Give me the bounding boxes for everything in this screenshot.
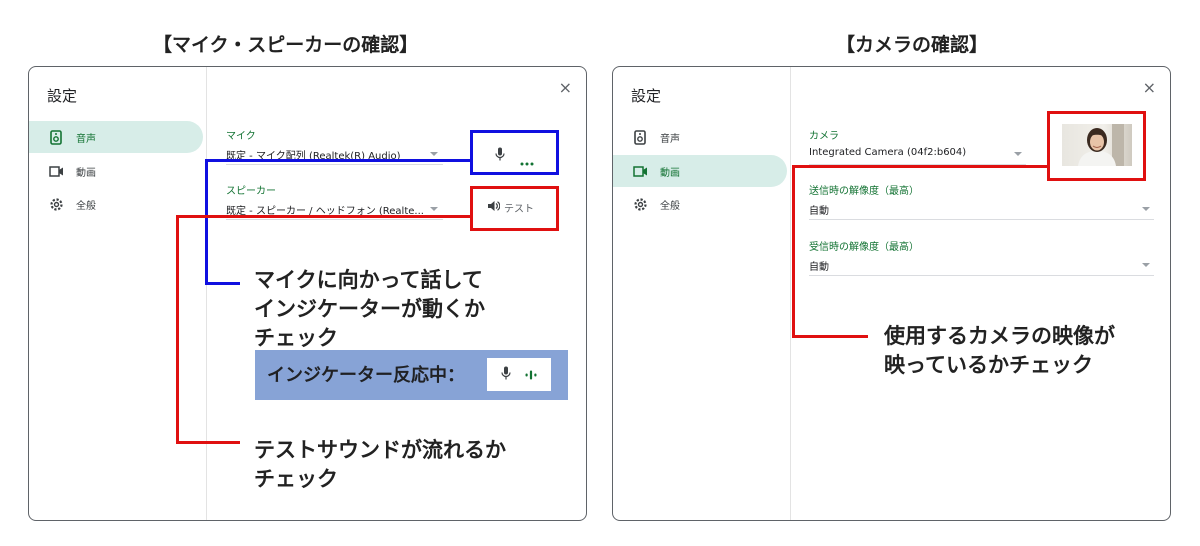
mic-connector — [205, 159, 471, 162]
speaker-connector — [176, 215, 179, 444]
mic-underline — [226, 164, 443, 165]
settings-sidebar: 設定 音声 動画 全般 — [29, 67, 207, 520]
speaker-annotation: テストサウンドが流れるか チェック — [254, 436, 506, 494]
gear-icon — [48, 196, 64, 212]
send-resolution-label: 送信時の解像度（最高） — [809, 186, 919, 197]
camera-select[interactable]: Integrated Camera (04f2:b604) — [809, 147, 1009, 158]
camera-label: カメラ — [809, 131, 839, 142]
camera-preview-highlight — [1047, 111, 1146, 181]
chevron-down-icon — [1142, 263, 1150, 267]
camera-connector — [792, 335, 868, 338]
indicator-chip — [487, 358, 551, 391]
annotation-line: チェック — [254, 467, 338, 491]
mic-connector — [205, 159, 208, 285]
sidebar-item-audio[interactable]: 音声 — [29, 121, 203, 153]
speaker-connector — [176, 215, 471, 218]
chevron-down-icon — [430, 152, 438, 156]
annotation-line: マイクに向かって話して — [254, 268, 483, 292]
chevron-down-icon — [430, 207, 438, 211]
camera-annotation: 使用するカメラの映像が 映っているかチェック — [884, 322, 1115, 380]
sidebar-item-label: 動画 — [76, 167, 96, 179]
mic-label: マイク — [226, 131, 256, 142]
send-resolution-underline — [809, 219, 1154, 220]
mic-icon — [501, 365, 511, 384]
annotation-line: テストサウンドが流れるか — [254, 438, 506, 462]
camera-connector — [792, 165, 1048, 168]
sidebar-item-audio[interactable]: 音声 — [613, 121, 787, 153]
close-icon[interactable]: × — [1143, 78, 1156, 97]
gear-icon — [632, 196, 648, 212]
sidebar-item-label: 音声 — [660, 133, 680, 145]
mic-indicator-highlight — [470, 130, 559, 175]
mic-connector — [205, 282, 240, 285]
sidebar-item-label: 全般 — [76, 200, 96, 212]
video-icon — [632, 163, 648, 179]
annotation-line: 使用するカメラの映像が — [884, 324, 1115, 348]
camera-connector — [792, 165, 795, 338]
sidebar-item-label: 音声 — [76, 133, 96, 145]
sidebar-item-label: 全般 — [660, 200, 680, 212]
test-button-highlight — [470, 186, 559, 231]
sidebar-item-video[interactable]: 動画 — [613, 155, 787, 187]
indicator-live-banner: インジケーター反応中： — [255, 350, 568, 400]
video-icon — [48, 163, 64, 179]
send-resolution-select[interactable]: 自動 — [809, 202, 1109, 217]
annotation-line: 映っているかチェック — [884, 353, 1093, 377]
receive-resolution-label: 受信時の解像度（最高） — [809, 242, 919, 253]
settings-sidebar: 設定 音声 動画 全般 — [613, 67, 791, 520]
camera-heading: 【カメラの確認】 — [836, 34, 989, 56]
speaker-icon — [632, 129, 648, 145]
speaker-underline — [226, 219, 443, 220]
chevron-down-icon — [1014, 152, 1022, 156]
audio-level-bars-icon — [525, 365, 537, 384]
dialog-title: 設定 — [631, 87, 662, 105]
banner-text: インジケーター反応中： — [267, 365, 465, 386]
speaker-icon — [48, 129, 64, 145]
mic-speaker-heading: 【マイク・スピーカーの確認】 — [153, 34, 419, 56]
sidebar-item-general[interactable]: 全般 — [613, 188, 787, 220]
speaker-connector — [176, 441, 240, 444]
close-icon[interactable]: × — [559, 78, 572, 97]
annotation-line: インジケーターが動くか — [254, 297, 485, 321]
sidebar-item-label: 動画 — [660, 167, 680, 179]
annotation-line: チェック — [254, 326, 338, 350]
dialog-title: 設定 — [47, 87, 78, 105]
speaker-label: スピーカー — [226, 186, 276, 197]
receive-resolution-select[interactable]: 自動 — [809, 258, 1109, 273]
receive-resolution-underline — [809, 275, 1154, 276]
chevron-down-icon — [1142, 207, 1150, 211]
sidebar-item-video[interactable]: 動画 — [29, 155, 203, 187]
mic-annotation: マイクに向かって話して インジケーターが動くか チェック — [254, 266, 485, 353]
